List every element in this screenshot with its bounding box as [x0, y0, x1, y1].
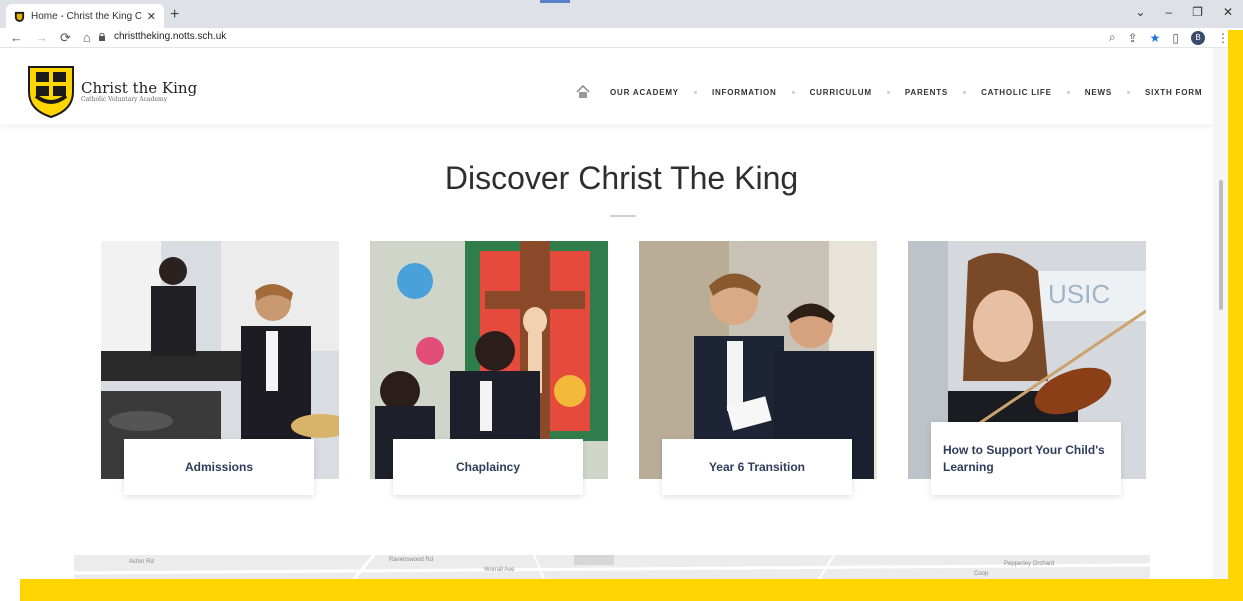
site-header: Christ the King Catholic Voluntary Acade… [0, 48, 1213, 124]
close-window-icon[interactable]: ✕ [1223, 5, 1233, 19]
nav-separator [886, 90, 890, 94]
minimize-icon[interactable]: – [1165, 5, 1172, 19]
brand-name[interactable]: Christ the King [81, 79, 197, 97]
nav-separator [963, 90, 967, 94]
tab-strip-marker [540, 0, 570, 3]
card-support-label[interactable]: How to Support Your Child's Learning [931, 422, 1121, 495]
nav-separator [791, 90, 795, 94]
brand-subtitle: Catholic Voluntary Academy [81, 96, 168, 103]
home-browser-icon[interactable]: ⌂ [83, 30, 91, 46]
map-road-label: Ravenswood Rd [389, 557, 434, 563]
profile-avatar[interactable]: B [1191, 30, 1205, 45]
card-year6-text: Year 6 Transition [708, 459, 806, 474]
restore-icon[interactable]: ❐ [1192, 5, 1203, 19]
card-support-text: How to Support Your Child's Learning [943, 442, 1105, 474]
location-map[interactable]: Acton Rd Ravenswood Rd Worrall Ave Peppe… [74, 555, 1150, 579]
map-road-label: Coop [974, 571, 989, 577]
home-icon[interactable] [576, 85, 590, 99]
school-crest-logo[interactable] [26, 64, 76, 118]
main-navigation: OUR ACADEMY INFORMATION CURRICULUM PAREN… [576, 85, 1202, 99]
nav-catholic-life[interactable]: CATHOLIC LIFE [981, 88, 1052, 97]
nav-our-academy[interactable]: OUR ACADEMY [610, 88, 679, 97]
page-title: Discover Christ The King [444, 160, 799, 196]
card-admissions-text: Admissions [184, 459, 253, 474]
svg-text:USIC: USIC [1048, 279, 1110, 309]
lock-icon [99, 32, 105, 41]
page-root: Home - Christ the King Catholic ✕ + ⌄ – … [0, 0, 1243, 601]
tab-search-icon[interactable]: ⌄ [1135, 5, 1145, 19]
school-favicon-icon [14, 11, 25, 22]
nav-parents[interactable]: PARENTS [905, 88, 948, 97]
nav-information[interactable]: INFORMATION [712, 88, 777, 97]
forward-arrow-icon[interactable]: → [35, 30, 48, 46]
page-scrollbar-thumb[interactable] [1219, 180, 1223, 310]
share-icon[interactable]: ⇪ [1128, 31, 1138, 45]
yellow-frame-right [1228, 30, 1243, 601]
nav-buttons: ← → ⟳ ⌂ [10, 30, 91, 46]
nav-separator [693, 90, 697, 94]
map-roads [74, 555, 1150, 579]
window-controls: ⌄ – ❐ ✕ [1135, 5, 1233, 19]
yellow-frame-bottom [20, 579, 1243, 601]
nav-news[interactable]: NEWS [1085, 88, 1112, 97]
card-year6-label[interactable]: Year 6 Transition [662, 439, 852, 495]
new-tab-button[interactable]: + [170, 6, 179, 24]
nav-separator [1066, 90, 1070, 94]
browser-tabbar: Home - Christ the King Catholic ✕ + ⌄ – … [0, 0, 1243, 28]
card-chaplaincy-label[interactable]: Chaplaincy [393, 439, 583, 495]
back-arrow-icon[interactable]: ← [10, 30, 23, 46]
url-field[interactable]: christtheking.notts.sch.uk [98, 31, 226, 42]
card-chaplaincy-text: Chaplaincy [455, 459, 521, 474]
address-bar-actions: ⌕ ⇪ ★ ▯ B ⋮ [1109, 30, 1229, 45]
map-road-label: Acton Rd [129, 559, 154, 565]
address-bar: ← → ⟳ ⌂ christtheking.notts.sch.uk ⌕ ⇪ ★… [0, 28, 1243, 48]
page-scrollbar-track[interactable] [1213, 48, 1228, 580]
tab-title: Home - Christ the King Catholic [31, 10, 141, 22]
bookmark-star-icon[interactable]: ★ [1150, 31, 1161, 45]
reload-icon[interactable]: ⟳ [60, 30, 71, 46]
tab-close-icon[interactable]: ✕ [147, 10, 156, 23]
nav-sixth-form[interactable]: SIXTH FORM [1145, 88, 1202, 97]
url-text: christtheking.notts.sch.uk [114, 31, 227, 42]
map-road-label: Pepperley Orchard [1004, 561, 1055, 567]
side-panel-icon[interactable]: ▯ [1172, 31, 1179, 45]
nav-curriculum[interactable]: CURRICULUM [810, 88, 872, 97]
browser-tab[interactable]: Home - Christ the King Catholic ✕ [6, 4, 164, 28]
map-road-label: Worrall Ave [484, 567, 515, 573]
nav-separator [1126, 90, 1130, 94]
title-divider [610, 215, 636, 217]
zoom-icon[interactable]: ⌕ [1109, 30, 1116, 45]
card-admissions-label[interactable]: Admissions [124, 439, 314, 495]
